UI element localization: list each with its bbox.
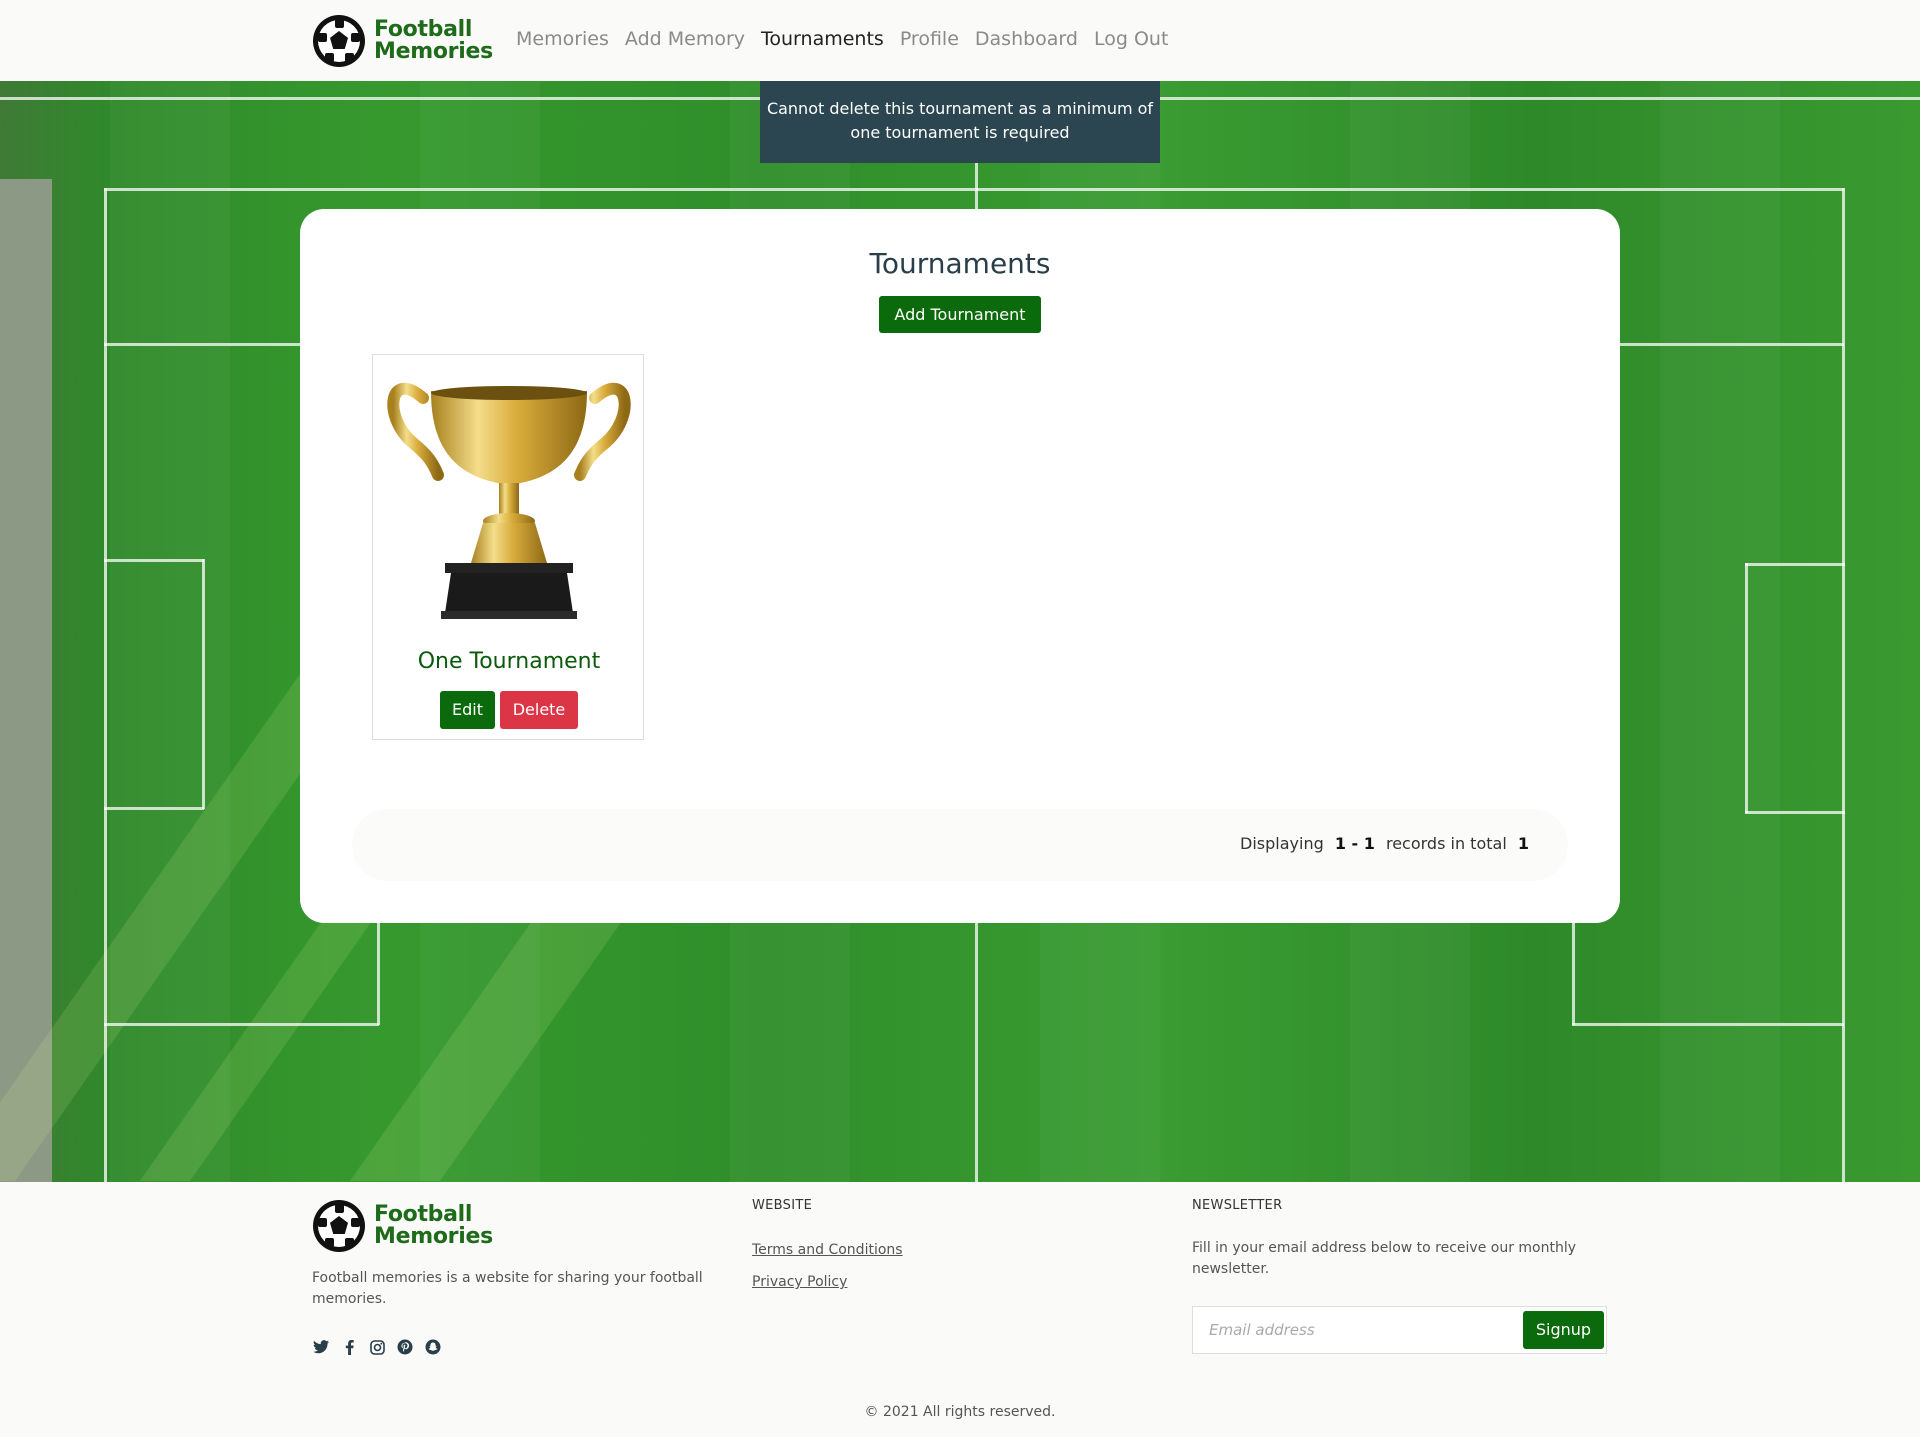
nav-add-memory[interactable]: Add Memory [625, 28, 745, 50]
pagination-total: 1 [1517, 834, 1529, 853]
delete-tournament-button[interactable]: Delete [500, 691, 578, 729]
copyright: © 2021 All rights reserved. [864, 1404, 1056, 1420]
tournaments-panel: Tournaments Add Tournament One Tournamen… [300, 209, 1620, 923]
newsletter-heading: NEWSLETTER [1192, 1198, 1283, 1213]
nav-dashboard[interactable]: Dashboard [975, 28, 1078, 50]
pagination-prefix: Displaying [1240, 834, 1324, 853]
nav-log-out[interactable]: Log Out [1094, 28, 1168, 50]
facebook-icon[interactable] [340, 1338, 358, 1356]
trophy-icon [387, 382, 631, 619]
pagination-bar: Displaying 1 - 1 records in total 1 [352, 809, 1568, 881]
pinterest-icon[interactable] [396, 1338, 414, 1356]
nav-tournaments[interactable]: Tournaments [761, 28, 884, 50]
nav-profile[interactable]: Profile [900, 28, 959, 50]
pagination-middle: records in total [1385, 834, 1507, 853]
footer-brand-name: Football Memories [374, 1204, 493, 1248]
footer-brand-line2: Memories [374, 1224, 493, 1249]
brand-logo[interactable]: Football Memories [313, 15, 493, 67]
brand-line1: Football [374, 17, 473, 42]
twitter-icon[interactable] [312, 1338, 330, 1356]
newsletter-description: Fill in your email address below to rece… [1192, 1240, 1577, 1277]
terms-link[interactable]: Terms and Conditions [752, 1242, 903, 1258]
edit-tournament-button[interactable]: Edit [440, 691, 495, 729]
tournament-card: One Tournament Edit Delete [372, 354, 644, 740]
page-title: Tournaments [869, 247, 1051, 280]
website-heading: WEBSITE [752, 1198, 813, 1213]
toast-message: Cannot delete this tournament as a minim… [766, 99, 1154, 142]
site-header: Football Memories Memories Add Memory To… [0, 0, 1920, 81]
main-nav: Memories Add Memory Tournaments Profile … [516, 28, 1184, 50]
brand-name: Football Memories [374, 19, 493, 63]
instagram-icon[interactable] [368, 1338, 386, 1356]
pagination-summary: Displaying 1 - 1 records in total 1 [1240, 834, 1535, 853]
footer-brand-logo[interactable]: Football Memories [313, 1200, 493, 1252]
site-footer: Football Memories Football memories is a… [0, 1182, 1920, 1437]
tournament-name: One Tournament [417, 649, 601, 674]
footer-description: Football memories is a website for shari… [312, 1270, 703, 1307]
nav-memories[interactable]: Memories [516, 28, 609, 50]
error-toast: Cannot delete this tournament as a minim… [760, 81, 1160, 163]
privacy-link[interactable]: Privacy Policy [752, 1274, 847, 1290]
pagination-range: 1 - 1 [1334, 834, 1375, 853]
social-links [312, 1338, 442, 1356]
add-tournament-button[interactable]: Add Tournament [879, 296, 1041, 333]
football-icon [313, 15, 365, 67]
signup-button[interactable]: Signup [1523, 1311, 1604, 1349]
email-input[interactable] [1193, 1307, 1523, 1353]
football-icon [313, 1200, 365, 1252]
newsletter-form: Signup [1192, 1306, 1607, 1354]
brand-line2: Memories [374, 39, 493, 64]
footer-brand-line1: Football [374, 1202, 473, 1227]
snapchat-icon[interactable] [424, 1338, 442, 1356]
